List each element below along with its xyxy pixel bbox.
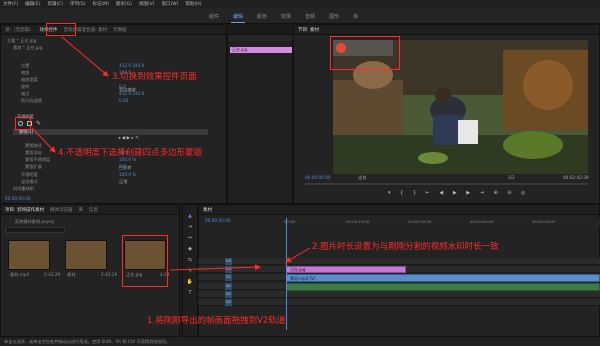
annotation-step-3: 3.切换到效果控件页面	[112, 72, 197, 82]
annotation-step-2: 2.图片时长设置为与刚刚分割的视频水印时长一致	[312, 242, 499, 252]
annotation-step-4: 4.不透明度下选择创建四点多边形蒙版	[58, 148, 203, 158]
annotation-arrows	[31, 36, 311, 271]
status-bar: 单击以选择，或单击空白处并拖动以进行框选。使用 Shift、Alt 和 Ctrl…	[0, 337, 600, 346]
annotation-step-1: 1.将刚刚导出的帧画面拖拽到V2轨道	[147, 316, 286, 326]
